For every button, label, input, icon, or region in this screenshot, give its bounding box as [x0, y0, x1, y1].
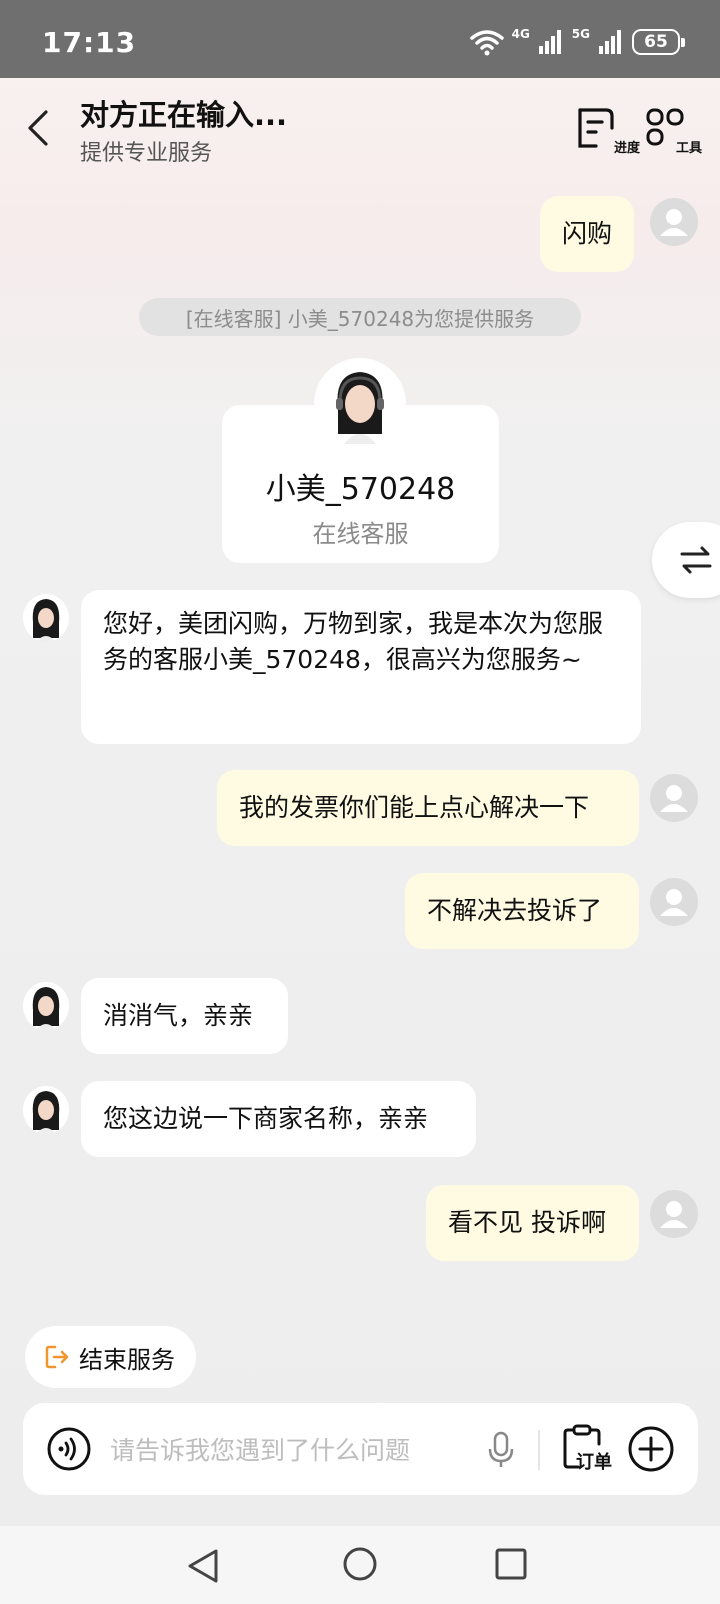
tools-button[interactable]: 工具 — [646, 104, 702, 162]
end-service-label: 结束服务 — [79, 1345, 175, 1374]
message-bubble-agent[interactable]: 您这边说一下商家名称，亲亲 — [81, 1081, 476, 1157]
message-bubble-user[interactable]: 我的发票你们能上点心解决一下 — [217, 770, 639, 846]
network-label-4g: 4G — [511, 27, 530, 41]
network-label-5g: 5G — [571, 27, 590, 41]
wifi-icon — [469, 30, 504, 56]
agent-role: 在线客服 — [312, 520, 409, 548]
user-icon — [660, 785, 688, 812]
agent-portrait — [314, 358, 406, 450]
battery-indicator: 65 — [632, 29, 685, 55]
status-bar: 17:13 4G 5G 65 — [0, 0, 720, 78]
agent-card-avatar — [314, 358, 406, 450]
agent-portrait — [32, 599, 60, 642]
progress-icon — [578, 108, 614, 148]
chat-subtitle: 提供专业服务 — [80, 141, 213, 166]
progress-label: 进度 — [613, 141, 640, 156]
back-arrow-icon[interactable] — [24, 106, 54, 150]
signal-icon — [538, 30, 561, 54]
chat-title: 对方正在输入... — [80, 98, 288, 132]
nav-recents-icon[interactable] — [495, 1548, 527, 1580]
user-avatar[interactable] — [650, 1190, 698, 1238]
user-avatar[interactable] — [650, 878, 698, 926]
order-button[interactable]: 订单 — [562, 1424, 616, 1476]
order-label: 订单 — [576, 1452, 612, 1473]
nav-back-icon[interactable] — [186, 1548, 220, 1584]
clock: 17:13 — [42, 26, 137, 59]
message-bubble-agent[interactable]: 您好，美团闪购，万物到家，我是本次为您服务的客服小美_570248，很高兴为您服… — [81, 590, 641, 744]
message-bubble-agent[interactable]: 消消气，亲亲 — [81, 978, 288, 1054]
user-avatar[interactable] — [650, 774, 698, 822]
progress-button[interactable]: 进度 — [576, 104, 640, 162]
agent-portrait — [32, 1091, 60, 1134]
message-input[interactable] — [110, 1428, 450, 1472]
system-notice: [在线客服] 小美_570248为您提供服务 — [139, 298, 581, 336]
agent-avatar[interactable] — [23, 594, 69, 642]
tools-label: 工具 — [675, 141, 702, 156]
agent-avatar[interactable] — [23, 1086, 69, 1134]
system-nav-bar — [0, 1526, 720, 1604]
agent-avatar[interactable] — [23, 982, 69, 1030]
user-icon — [660, 209, 688, 236]
swap-arrows-icon — [680, 546, 712, 574]
switch-button[interactable] — [652, 522, 720, 598]
battery-level: 65 — [644, 32, 668, 52]
agent-name: 小美_570248 — [265, 472, 456, 507]
message-bubble-user[interactable]: 看不见 投诉啊 — [426, 1185, 639, 1261]
input-divider — [538, 1430, 540, 1470]
voice-mode-icon[interactable] — [47, 1427, 91, 1471]
nav-home-icon[interactable] — [342, 1546, 378, 1582]
end-service-button[interactable]: 结束服务 — [25, 1326, 196, 1388]
message-bubble-user[interactable]: 不解决去投诉了 — [405, 873, 639, 949]
user-icon — [660, 1201, 688, 1228]
signal-icon — [599, 30, 621, 54]
message-bubble-user[interactable]: 闪购 — [540, 196, 635, 272]
add-icon[interactable] — [628, 1426, 674, 1472]
microphone-icon[interactable] — [487, 1431, 515, 1469]
status-icons: 4G 5G 65 — [469, 24, 685, 60]
user-icon — [660, 889, 688, 916]
user-avatar[interactable] — [650, 198, 698, 246]
exit-icon — [45, 1345, 69, 1369]
agent-portrait — [32, 987, 60, 1030]
